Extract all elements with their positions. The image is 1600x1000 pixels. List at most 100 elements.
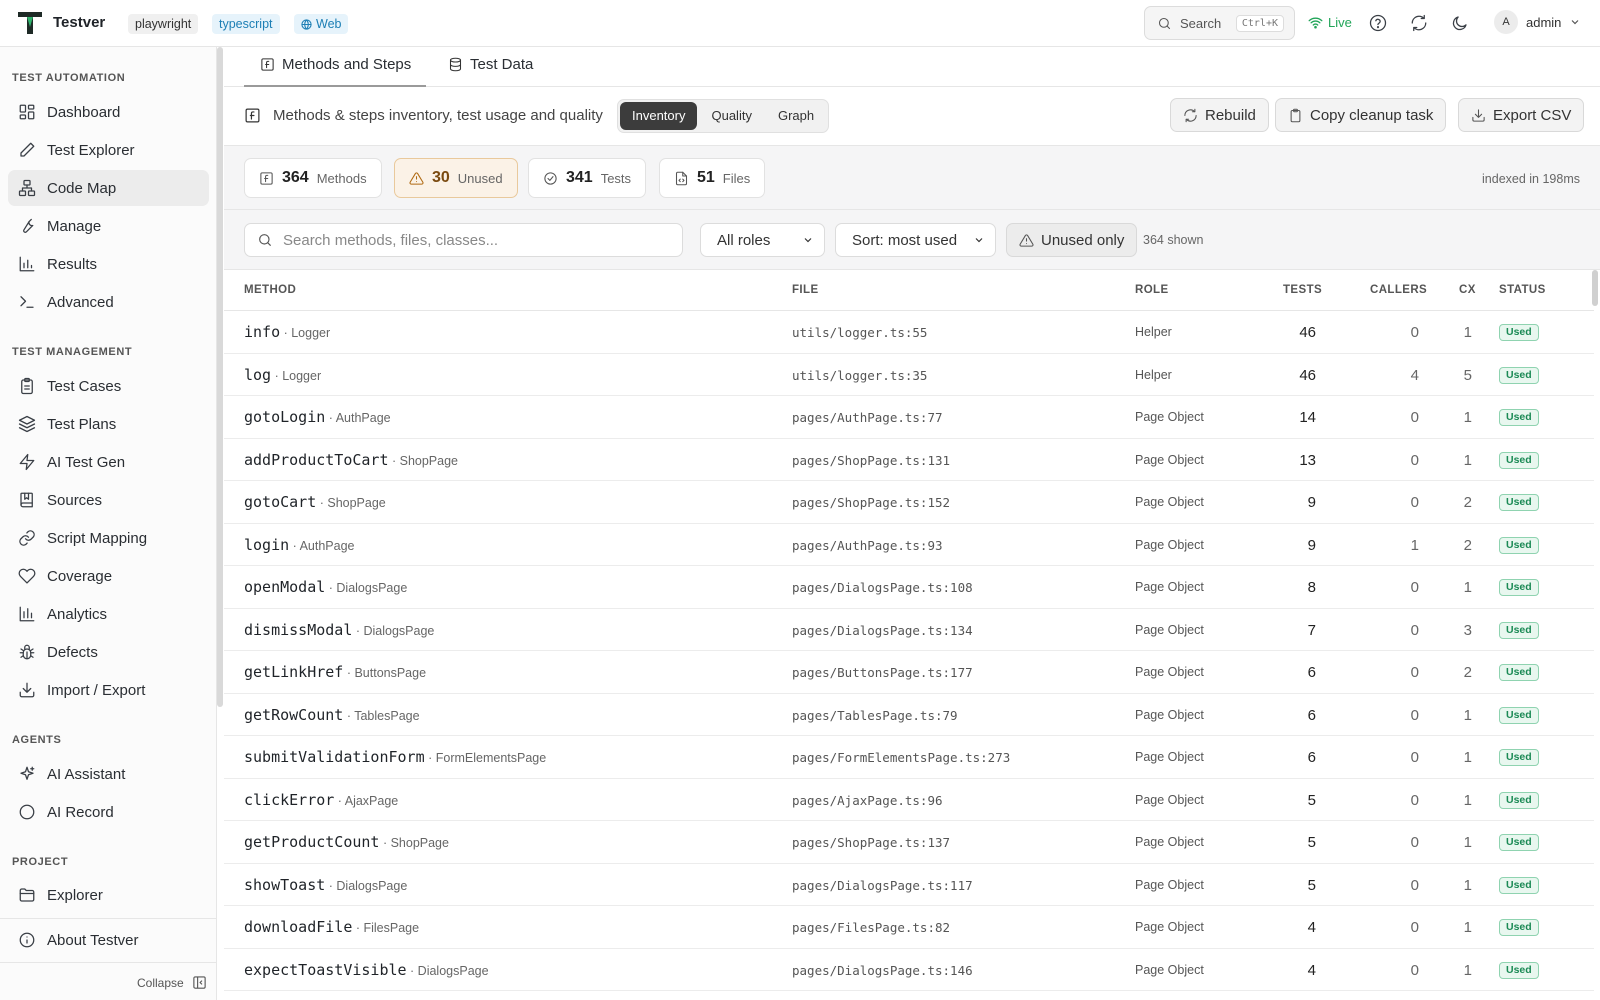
table-row[interactable]: showToast · DialogsPage pages/DialogsPage…	[224, 864, 1594, 906]
file-location[interactable]: utils/logger.ts:55	[792, 325, 927, 340]
method-search-input[interactable]: Search methods, files, classes...	[244, 223, 683, 257]
method-cell[interactable]: gotoCart · ShopPage	[244, 493, 386, 511]
sort-select[interactable]: Sort: most used	[835, 223, 996, 257]
stat-tests[interactable]: 341 Tests	[528, 158, 647, 198]
file-location[interactable]: pages/DialogsPage.ts:108	[792, 580, 973, 595]
column-role[interactable]: ROLE	[1135, 284, 1169, 296]
file-location[interactable]: pages/ShopPage.ts:131	[792, 453, 950, 468]
table-row[interactable]: gotoCart · ShopPage pages/ShopPage.ts:152…	[224, 481, 1594, 524]
table-row[interactable]: login · AuthPage pages/AuthPage.ts:93 Page…	[224, 524, 1594, 566]
file-location[interactable]: pages/ShopPage.ts:152	[792, 495, 950, 510]
role-select[interactable]: All roles	[700, 223, 825, 257]
view-inventory-button[interactable]: Inventory	[620, 102, 698, 130]
file-location[interactable]: pages/DialogsPage.ts:146	[792, 963, 973, 978]
file-location[interactable]: pages/AuthPage.ts:93	[792, 538, 943, 553]
export-csv-button[interactable]: Export CSV	[1458, 98, 1585, 132]
method-cell[interactable]: dismissModal · DialogsPage	[244, 621, 434, 639]
table-row[interactable]: getLinkHref · ButtonsPage pages/ButtonsPa…	[224, 651, 1594, 694]
column-tests[interactable]: TESTS	[1283, 284, 1322, 296]
sidebar-item-script-mapping[interactable]: Script Mapping	[8, 520, 209, 556]
table-row[interactable]: downloadFile · FilesPage pages/FilesPage.…	[224, 906, 1594, 949]
copy-cleanup-task-button[interactable]: Copy cleanup task	[1275, 98, 1447, 132]
file-location[interactable]: pages/TablesPage.ts:79	[792, 708, 958, 723]
table-row[interactable]: getProductCount · ShopPage pages/ShopPage…	[224, 821, 1594, 864]
table-scrollbar[interactable]	[1592, 270, 1598, 306]
testver-logo-icon[interactable]	[16, 10, 44, 36]
rebuild-button[interactable]: Rebuild	[1170, 98, 1269, 132]
moon-icon[interactable]	[1451, 14, 1469, 32]
sidebar-item-explorer[interactable]: Explorer	[8, 877, 209, 913]
sidebar-item-code-map[interactable]: Code Map	[8, 170, 209, 206]
table-row[interactable]: openModal · DialogsPage pages/DialogsPage…	[224, 566, 1594, 609]
file-location[interactable]: pages/ButtonsPage.ts:177	[792, 665, 973, 680]
method-cell[interactable]: addProductToCart · ShopPage	[244, 451, 458, 469]
method-cell[interactable]: downloadFile · FilesPage	[244, 918, 419, 936]
global-search-button[interactable]: Search Ctrl+K	[1144, 6, 1295, 40]
sidebar-item-analytics[interactable]: Analytics	[8, 596, 209, 632]
column-callers[interactable]: CALLERS	[1370, 284, 1427, 296]
unused-only-toggle[interactable]: Unused only	[1006, 223, 1138, 257]
method-cell[interactable]: submitValidationForm · FormElementsPage	[244, 748, 546, 766]
refresh-icon[interactable]	[1410, 14, 1428, 32]
stat-unused[interactable]: 30 Unused	[394, 158, 518, 198]
collapse-sidebar-button[interactable]: Collapse	[137, 975, 207, 990]
method-cell[interactable]: showToast · DialogsPage	[244, 876, 407, 894]
method-cell[interactable]: info · Logger	[244, 323, 330, 341]
help-icon[interactable]	[1369, 14, 1387, 32]
sidebar-item-test-cases[interactable]: Test Cases	[8, 368, 209, 404]
view-quality-button[interactable]: Quality	[699, 102, 763, 130]
table-row[interactable]: gotoLogin · AuthPage pages/AuthPage.ts:77…	[224, 396, 1594, 439]
user-menu[interactable]: A admin	[1494, 10, 1581, 34]
sidebar-item-ai-test-gen[interactable]: AI Test Gen	[8, 444, 209, 480]
column-status[interactable]: STATUS	[1499, 284, 1546, 296]
sidebar-item-test-explorer[interactable]: Test Explorer	[8, 132, 209, 168]
sidebar-item-ai-record[interactable]: AI Record	[8, 794, 209, 830]
file-location[interactable]: utils/logger.ts:35	[792, 368, 927, 383]
sidebar-item-about[interactable]: About Testver	[8, 922, 209, 958]
column-file[interactable]: FILE	[792, 284, 819, 296]
method-cell[interactable]: log · Logger	[244, 366, 321, 384]
method-cell[interactable]: getProductCount · ShopPage	[244, 833, 449, 851]
method-cell[interactable]: login · AuthPage	[244, 536, 355, 554]
column-method[interactable]: METHOD	[244, 284, 296, 296]
sidebar-item-defects[interactable]: Defects	[8, 634, 209, 670]
app-name[interactable]: Testver	[53, 14, 105, 31]
stat-methods[interactable]: 364 Methods	[244, 158, 382, 198]
method-cell[interactable]: gotoLogin · AuthPage	[244, 408, 391, 426]
method-cell[interactable]: clickError · AjaxPage	[244, 791, 398, 809]
file-location[interactable]: pages/FormElementsPage.ts:273	[792, 750, 1010, 765]
sidebar-item-sources[interactable]: Sources	[8, 482, 209, 518]
sidebar-item-test-plans[interactable]: Test Plans	[8, 406, 209, 442]
column-cx[interactable]: CX	[1459, 284, 1476, 296]
table-row[interactable]: log · Logger utils/logger.ts:35 Helper 46 4 5…	[224, 354, 1594, 396]
method-cell[interactable]: getRowCount · TablesPage	[244, 706, 420, 724]
file-location[interactable]: pages/AjaxPage.ts:96	[792, 793, 943, 808]
sidebar-item-coverage[interactable]: Coverage	[8, 558, 209, 594]
table-row[interactable]: addProductToCart · ShopPage pages/ShopPag…	[224, 439, 1594, 481]
method-cell[interactable]: openModal · DialogsPage	[244, 578, 407, 596]
sidebar-item-advanced[interactable]: Advanced	[8, 284, 209, 320]
file-location[interactable]: pages/FilesPage.ts:82	[792, 920, 950, 935]
table-row[interactable]: clickError · AjaxPage pages/AjaxPage.ts:9…	[224, 779, 1594, 821]
sidebar-scrollbar[interactable]	[217, 47, 223, 707]
file-location[interactable]: pages/DialogsPage.ts:134	[792, 623, 973, 638]
method-cell[interactable]: expectToastVisible · DialogsPage	[244, 961, 489, 979]
file-location[interactable]: pages/DialogsPage.ts:117	[792, 878, 973, 893]
view-graph-button[interactable]: Graph	[766, 102, 826, 130]
sidebar-item-ai-assistant[interactable]: AI Assistant	[8, 756, 209, 792]
sidebar-item-manage[interactable]: Manage	[8, 208, 209, 244]
tab-test-data[interactable]: Test Data	[448, 56, 533, 73]
stat-files[interactable]: 51 Files	[659, 158, 766, 198]
table-row[interactable]: dismissModal · DialogsPage pages/DialogsP…	[224, 609, 1594, 651]
file-location[interactable]: pages/ShopPage.ts:137	[792, 835, 950, 850]
sidebar-item-dashboard[interactable]: Dashboard	[8, 94, 209, 130]
live-status[interactable]: Live	[1308, 15, 1352, 30]
table-row[interactable]: getRowCount · TablesPage pages/TablesPage…	[224, 694, 1594, 736]
file-location[interactable]: pages/AuthPage.ts:77	[792, 410, 943, 425]
sidebar-item-results[interactable]: Results	[8, 246, 209, 282]
table-row[interactable]: info · Logger utils/logger.ts:55 Helper 46 0…	[224, 311, 1594, 354]
method-cell[interactable]: getLinkHref · ButtonsPage	[244, 663, 426, 681]
table-row[interactable]: submitValidationForm · FormElementsPage p…	[224, 736, 1594, 779]
tab-methods-and-steps[interactable]: Methods and Steps	[260, 56, 411, 73]
table-row[interactable]: expectToastVisible · DialogsPage pages/Di…	[224, 949, 1594, 991]
